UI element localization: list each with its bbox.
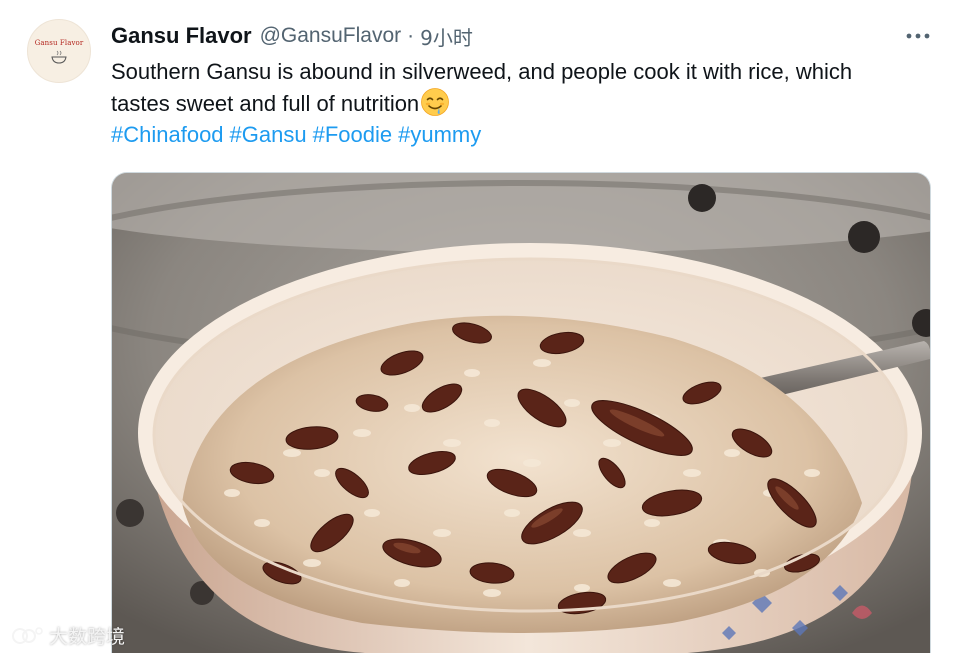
avatar[interactable]: Gansu Flavor: [27, 19, 91, 83]
watermark: 大数跨境: [9, 622, 125, 649]
avatar-logo-text: Gansu Flavor: [34, 38, 84, 47]
tweet-photo[interactable]: [111, 172, 931, 653]
timestamp[interactable]: 9小时: [420, 22, 473, 51]
watermark-text: 大数跨境: [49, 627, 126, 648]
hashtag-link[interactable]: #yummy: [398, 122, 481, 147]
tweet-text-content: Southern Gansu is abound in silverweed, …: [111, 59, 853, 116]
hashtag-link[interactable]: #Chinafood: [111, 122, 224, 147]
hashtag-list: #Chinafood #Gansu #Foodie #yummy: [111, 119, 487, 150]
display-name[interactable]: Gansu Flavor: [111, 23, 252, 49]
ellipsis-icon: [906, 33, 930, 39]
tweet-header: Gansu Flavor @GansuFlavor · 9小时: [111, 22, 473, 50]
tweet-text: Southern Gansu is abound in silverweed, …: [111, 56, 911, 119]
user-handle[interactable]: @GansuFlavor: [260, 24, 402, 48]
relieved-drooling-face-icon: [421, 88, 450, 116]
rice-bowl-photo: [112, 173, 930, 653]
tweet-card[interactable]: Gansu Flavor Gansu Flavor @GansuFlavor ·…: [0, 0, 959, 653]
more-options-button[interactable]: [900, 24, 936, 48]
hashtag-link[interactable]: #Foodie: [313, 122, 393, 147]
separator-dot: ·: [407, 24, 415, 47]
bowl-icon: [51, 50, 67, 64]
watermark-logo-icon: [12, 626, 43, 644]
hashtag-link[interactable]: #Gansu: [230, 122, 307, 147]
